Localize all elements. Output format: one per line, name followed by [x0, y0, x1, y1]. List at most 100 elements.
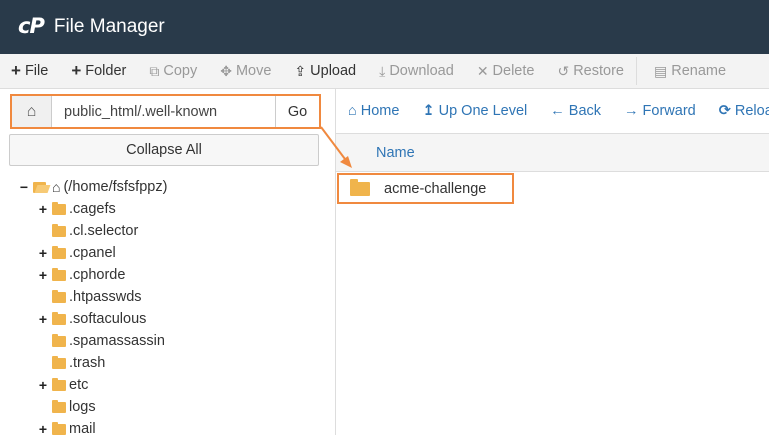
tree-item[interactable]: .spamassassin: [0, 330, 335, 352]
file-name: acme-challenge: [384, 180, 487, 197]
tree-root-label: (/home/fsfsfppz): [63, 179, 168, 195]
tree-item[interactable]: + .softaculous: [0, 308, 335, 330]
toolbar-divider: [635, 57, 637, 85]
collapse-all-button[interactable]: Collapse All: [9, 134, 319, 166]
up-one-level-button[interactable]: ↥ Up One Level: [410, 103, 538, 119]
tree-item[interactable]: + .cpanel: [0, 242, 335, 264]
folder-tree: − ⌂ (/home/fsfsfppz) + .cagefs .cl.selecto…: [0, 176, 335, 435]
folder-icon: [52, 421, 66, 435]
tree-item[interactable]: + .cphorde: [0, 264, 335, 286]
new-file-label: File: [24, 63, 49, 79]
folder-icon: [52, 311, 66, 325]
file-list-panel: ⌂ Home ↥ Up One Level ← Back → Forward ⟳…: [335, 89, 769, 435]
tree-item[interactable]: .cl.selector: [0, 220, 335, 242]
expand-toggle-icon[interactable]: +: [38, 201, 48, 217]
arrow-right-icon: →: [624, 103, 639, 119]
folder-icon: [52, 267, 66, 281]
tree-item-label: .cl.selector: [69, 223, 139, 239]
expand-toggle-icon[interactable]: +: [38, 245, 48, 261]
folder-icon: [52, 289, 66, 303]
file-list-header: Name: [336, 134, 769, 172]
name-column-header[interactable]: Name: [376, 145, 415, 161]
file-row-acme-challenge[interactable]: acme-challenge: [337, 173, 514, 204]
tree-item[interactable]: .trash: [0, 352, 335, 374]
move-button[interactable]: ✥ Move: [209, 54, 283, 88]
expand-toggle-icon[interactable]: +: [38, 267, 48, 283]
tree-item-label: logs: [69, 399, 96, 415]
tree-item[interactable]: logs: [0, 396, 335, 418]
move-icon: ✥: [220, 62, 232, 79]
home-icon: ⌂: [348, 103, 357, 119]
expand-toggle-icon[interactable]: +: [38, 311, 48, 327]
home-icon: ⌂: [52, 179, 61, 195]
folder-icon: [52, 245, 66, 259]
expand-toggle-icon[interactable]: +: [38, 421, 48, 435]
tree-item-label: etc: [69, 377, 89, 393]
app-title: File Manager: [53, 16, 165, 37]
copy-button[interactable]: ⧉ Copy: [138, 54, 209, 88]
folder-open-icon: [33, 181, 49, 193]
rename-button[interactable]: ▤ Rename: [643, 54, 738, 88]
new-folder-button[interactable]: + Folder: [60, 54, 138, 88]
tree-item[interactable]: + .cagefs: [0, 198, 335, 220]
tree-item-label: .cphorde: [69, 267, 126, 283]
download-button[interactable]: ⤓ Download: [368, 54, 466, 88]
nav-home-label: Home: [360, 103, 400, 119]
plus-icon: +: [11, 61, 21, 80]
app-header: cP File Manager: [0, 0, 769, 54]
back-label: Back: [568, 103, 602, 119]
tree-item-label: .htpasswds: [69, 289, 142, 305]
tree-item-label: mail: [69, 421, 96, 435]
tree-item[interactable]: + etc: [0, 374, 335, 396]
forward-button[interactable]: → Forward: [612, 103, 707, 119]
toolbar: + File + Folder ⧉ Copy ✥ Move ⇪ Upload ⤓…: [0, 54, 769, 89]
upload-button[interactable]: ⇪ Upload: [283, 54, 368, 88]
rename-label: Rename: [671, 63, 727, 79]
move-label: Move: [235, 63, 272, 79]
rename-icon: ▤: [653, 62, 668, 79]
reload-button[interactable]: ⟳ Reload: [707, 103, 769, 119]
tree-root[interactable]: − ⌂ (/home/fsfsfppz): [0, 176, 335, 198]
copy-label: Copy: [163, 63, 198, 79]
back-button[interactable]: ← Back: [538, 103, 612, 119]
up-one-level-label: Up One Level: [438, 103, 528, 119]
tree-item-label: .cpanel: [69, 245, 116, 261]
restore-button[interactable]: ↺ Restore: [546, 54, 636, 88]
tree-item[interactable]: + mail: [0, 418, 335, 435]
reload-label: Reload: [734, 103, 769, 119]
path-input[interactable]: [52, 96, 275, 127]
upload-label: Upload: [310, 63, 357, 79]
copy-icon: ⧉: [149, 62, 160, 79]
download-icon: ⤓: [379, 62, 386, 79]
restore-icon: ↺: [557, 62, 570, 79]
go-button[interactable]: Go: [275, 96, 319, 127]
upload-icon: ⇪: [294, 62, 307, 79]
navigation-bar: ⌂ Home ↥ Up One Level ← Back → Forward ⟳…: [336, 89, 769, 134]
folder-tree-panel: ⌂ Go Collapse All − ⌂ (/home/fsfsfppz) +…: [0, 89, 335, 435]
folder-icon: [52, 201, 66, 215]
folder-icon: [350, 178, 370, 196]
expand-toggle-icon[interactable]: +: [38, 377, 48, 393]
level-up-icon: ↥: [422, 103, 435, 119]
tree-item-label: .cagefs: [69, 201, 116, 217]
tree-item-label: .softaculous: [69, 311, 147, 327]
new-file-button[interactable]: + File: [0, 54, 60, 88]
tree-item-label: .trash: [69, 355, 106, 371]
path-bar: ⌂ Go: [10, 94, 321, 129]
home-directory-button[interactable]: ⌂: [12, 96, 52, 127]
collapse-toggle-icon[interactable]: −: [19, 179, 29, 195]
home-icon: ⌂: [26, 102, 37, 120]
download-label: Download: [389, 63, 454, 79]
forward-label: Forward: [642, 103, 696, 119]
nav-home-button[interactable]: ⌂ Home: [336, 103, 410, 119]
folder-icon: [52, 223, 66, 237]
arrow-left-icon: ←: [550, 103, 565, 119]
folder-icon: [52, 399, 66, 413]
reload-icon: ⟳: [718, 103, 731, 119]
tree-item[interactable]: .htpasswds: [0, 286, 335, 308]
delete-icon: ✕: [476, 62, 489, 79]
restore-label: Restore: [573, 63, 624, 79]
delete-button[interactable]: ✕ Delete: [466, 54, 547, 88]
tree-item-label: .spamassassin: [69, 333, 165, 349]
new-folder-label: Folder: [85, 63, 127, 79]
